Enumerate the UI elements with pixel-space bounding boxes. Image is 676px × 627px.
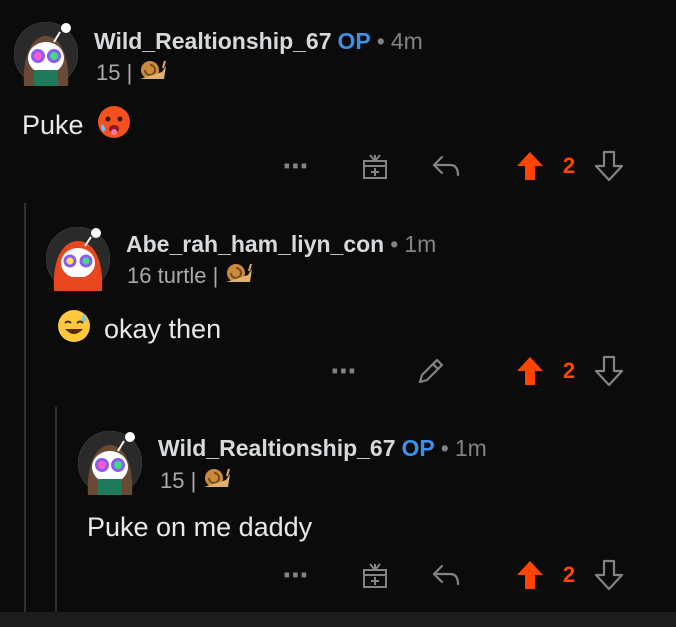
comment-actions: ⋯ 2 (0, 555, 676, 595)
award-gift-icon[interactable] (358, 555, 392, 595)
comment-thread: Wild_Realtionship_67OP•4m 15 | Puke ⋯ (0, 0, 676, 612)
username[interactable]: Wild_Realtionship_67 (158, 435, 396, 461)
snoo-avatar-icon (78, 431, 142, 495)
user-flair: 15 | (160, 466, 232, 496)
flair-text: 15 | (160, 468, 197, 493)
more-options-icon[interactable]: ⋯ (280, 555, 312, 595)
vote-score: 2 (562, 562, 576, 587)
bottom-bar (0, 612, 676, 627)
op-badge: OP (401, 435, 435, 461)
comment-meta: Wild_Realtionship_67 OP • 1m (158, 435, 487, 462)
separator-dot: • (440, 435, 449, 461)
upvote-arrow-icon[interactable] (513, 555, 547, 595)
timestamp: 1m (454, 435, 487, 461)
reply-icon[interactable] (428, 555, 464, 595)
comment-text: Puke on me daddy (87, 512, 313, 542)
snail-flair-icon (202, 466, 232, 496)
avatar[interactable] (78, 431, 142, 495)
comment-body: Puke on me daddy (87, 512, 312, 543)
downvote-arrow-icon[interactable] (592, 555, 626, 595)
comment-3: Wild_Realtionship_67 OP • 1m 15 | Puke on m… (0, 0, 676, 612)
